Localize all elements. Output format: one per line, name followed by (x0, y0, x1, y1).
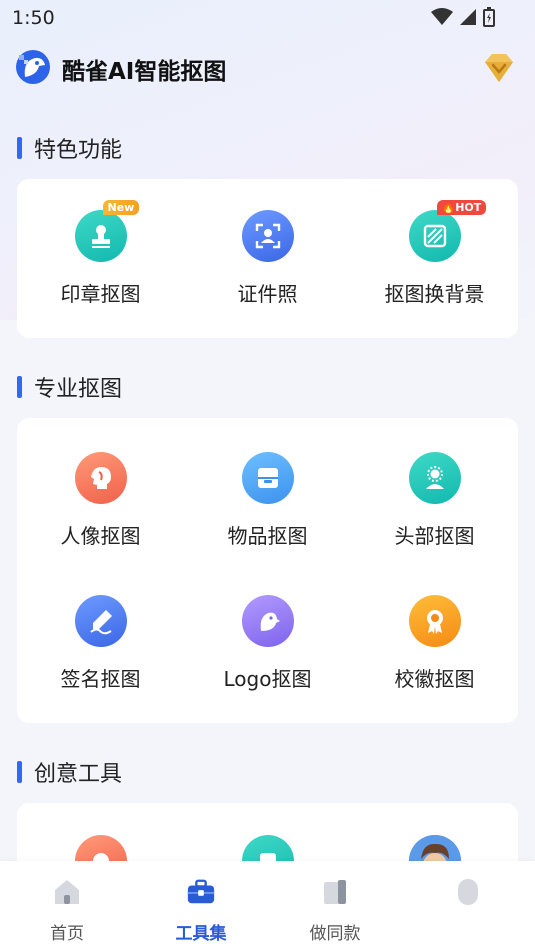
tool-label: 印章抠图 (60, 282, 141, 306)
section-professional-title: 专业抠图 (17, 372, 122, 402)
nav-toolbox[interactable]: 工具集 (134, 861, 268, 951)
wifi-icon (431, 8, 453, 25)
section-accent-bar (17, 761, 22, 783)
tool-school-badge-cutout[interactable]: 校徽抠图 (351, 595, 518, 715)
tool-portrait-cutout[interactable]: 人像抠图 (17, 452, 184, 572)
tool-product-cutout[interactable]: 物品抠图 (184, 452, 351, 572)
badge-medal-icon (408, 595, 461, 647)
head-icon (408, 452, 461, 504)
hot-tag-text: HOT (455, 201, 482, 214)
section-title-text: 专业抠图 (34, 377, 123, 402)
logo-bird-icon (241, 595, 294, 647)
portrait-icon (74, 452, 127, 504)
vip-diamond-icon[interactable] (479, 48, 519, 88)
nav-label: 做同款 (309, 924, 361, 944)
tool-label: 人像抠图 (60, 524, 141, 548)
nav-same-style[interactable]: 做同款 (268, 861, 402, 951)
section-featured-title: 特色功能 (17, 133, 122, 163)
section-accent-bar (17, 376, 22, 398)
tool-signature-cutout[interactable]: 签名抠图 (17, 595, 184, 715)
signature-pen-icon (74, 595, 127, 647)
tool-label: Logo抠图 (223, 667, 312, 691)
background-swap-icon: 🔥HOT (408, 200, 487, 262)
professional-tools-card: 人像抠图 物品抠图 头部抠图 签名抠图 Logo抠图 校徽抠图 (17, 418, 518, 723)
home-icon (52, 877, 82, 907)
battery-icon (483, 7, 495, 27)
nav-home[interactable]: 首页 (0, 861, 134, 951)
tool-label: 签名抠图 (60, 667, 141, 691)
id-photo-icon (241, 210, 294, 262)
new-tag: New (102, 200, 140, 215)
status-icons (431, 7, 495, 27)
nav-label: 工具集 (175, 924, 227, 944)
template-icon (320, 877, 350, 907)
stamp-icon: New (74, 200, 140, 262)
tool-label: 校徽抠图 (394, 667, 475, 691)
tool-background-swap[interactable]: 🔥HOT 抠图换背景 (351, 200, 518, 330)
section-accent-bar (17, 137, 22, 159)
tool-stamp-cutout[interactable]: New 印章抠图 (17, 200, 184, 330)
featured-tools-card: New 印章抠图 证件照 🔥HOT 抠图换背景 (17, 179, 518, 338)
status-time: 1:50 (12, 7, 55, 29)
signal-icon (460, 9, 476, 25)
product-box-icon (241, 452, 294, 504)
tool-label: 物品抠图 (227, 524, 308, 548)
app-logo-icon (16, 50, 50, 84)
section-creative-title: 创意工具 (17, 757, 122, 787)
section-title-text: 创意工具 (34, 762, 123, 787)
section-title-text: 特色功能 (34, 138, 123, 163)
bottom-navigation: 首页 工具集 做同款 (0, 861, 535, 951)
status-bar: 1:50 (0, 0, 535, 36)
tool-id-photo[interactable]: 证件照 (184, 210, 351, 330)
fire-icon: 🔥 (441, 201, 456, 214)
tool-label: 抠图换背景 (384, 282, 485, 306)
profile-icon (453, 877, 483, 907)
tool-label: 证件照 (237, 282, 298, 306)
nav-label: 首页 (50, 924, 84, 944)
app-header: 酷雀AI智能抠图 (0, 46, 535, 90)
tool-head-cutout[interactable]: 头部抠图 (351, 452, 518, 572)
toolbox-icon (186, 877, 216, 907)
tool-label: 头部抠图 (394, 524, 475, 548)
tool-logo-cutout[interactable]: Logo抠图 (184, 595, 351, 715)
nav-profile[interactable] (401, 861, 535, 951)
hot-tag: 🔥HOT (436, 200, 487, 215)
app-title: 酷雀AI智能抠图 (62, 59, 227, 85)
